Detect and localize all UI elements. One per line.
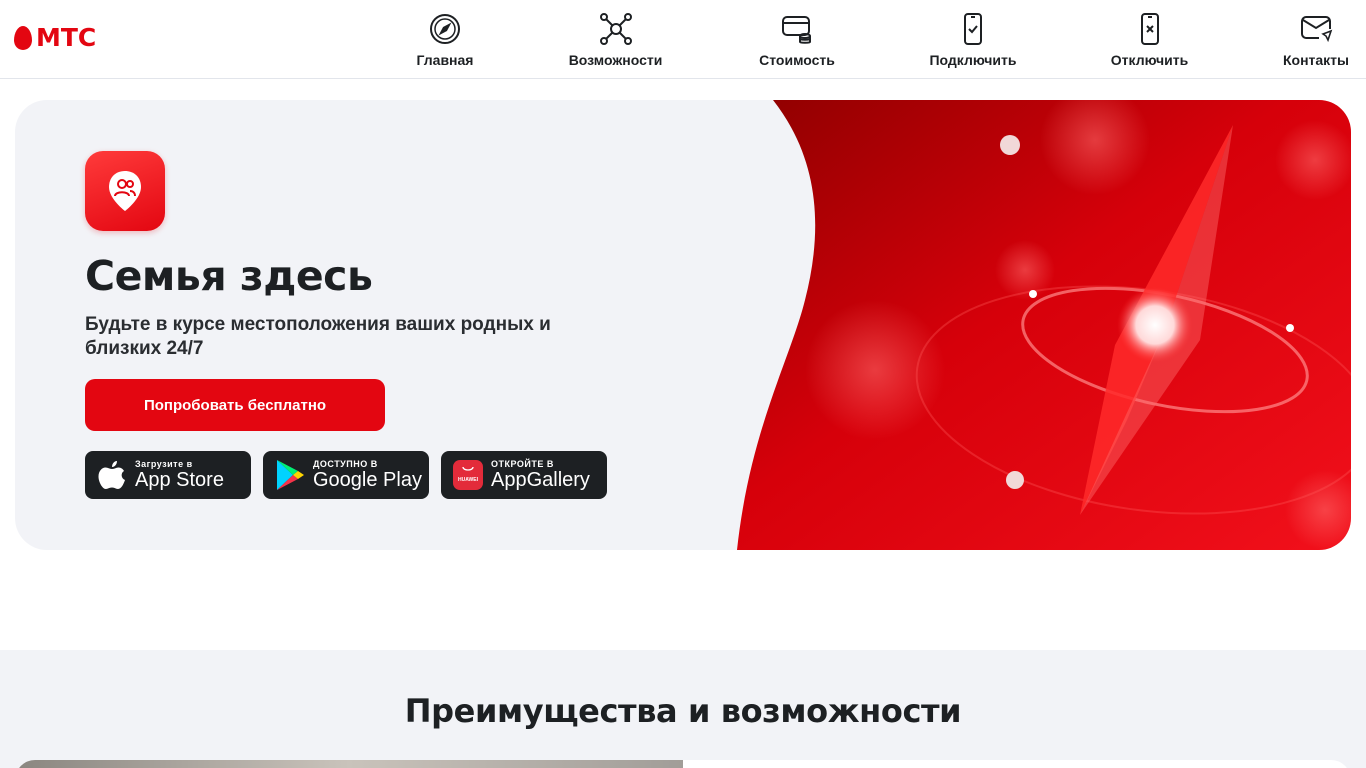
nav-label: Возможности <box>568 52 663 68</box>
compass-icon <box>430 14 460 44</box>
nav-item-features[interactable]: Возможности <box>565 12 666 72</box>
phone-cross-icon <box>1140 13 1159 45</box>
store-small-text: Загрузите в <box>135 459 193 469</box>
mts-egg-icon <box>14 26 32 50</box>
advantage-card-image <box>15 760 683 768</box>
nav-label: Отключить <box>1110 52 1189 68</box>
nav-item-home[interactable]: Главная <box>415 12 475 72</box>
hero-title: Семья здесь <box>85 252 373 300</box>
store-name: AppGallery <box>491 469 590 491</box>
advantages-title: Преимущества и возможности <box>404 692 962 730</box>
apple-icon <box>98 461 125 489</box>
mts-logo[interactable]: МТС <box>14 23 97 52</box>
phone-check-icon <box>964 13 982 45</box>
logo-text: МТС <box>36 23 97 52</box>
huawei-badge: HUAWEI <box>458 477 478 483</box>
nav-label: Стоимость <box>759 52 835 68</box>
nav-item-connect[interactable]: Подключить <box>928 12 1018 72</box>
bag-handle-icon <box>462 467 474 471</box>
store-name: Google Play <box>313 469 422 491</box>
hero-banner: Семья здесь Будьте в курсе местоположени… <box>15 100 1351 550</box>
network-nodes-icon <box>599 13 632 45</box>
try-free-button[interactable]: Попробовать бесплатно <box>85 379 385 431</box>
top-header: МТС Главная Возможности Стоимость Подклю… <box>0 0 1366 79</box>
card-coins-icon <box>782 16 811 44</box>
store-small-text: ДОСТУПНО В <box>313 459 378 469</box>
appgallery-button[interactable]: HUAWEI ОТКРОЙТЕ В AppGallery <box>441 451 607 499</box>
store-small-text: ОТКРОЙТЕ В <box>491 459 554 469</box>
family-location-pin-icon <box>109 171 141 211</box>
app-store-button[interactable]: Загрузите в App Store <box>85 451 251 499</box>
mail-send-icon <box>1301 16 1333 43</box>
hero-subtitle: Будьте в курсе местоположения ваших родн… <box>85 314 551 359</box>
nav-item-disconnect[interactable]: Отключить <box>1109 12 1190 72</box>
nav-label: Главная <box>416 52 474 68</box>
store-name: App Store <box>135 469 224 491</box>
app-icon-tile <box>85 151 165 231</box>
nav-label: Подключить <box>929 52 1017 68</box>
nav-label: Контакты <box>1282 52 1349 68</box>
huawei-appgallery-icon: HUAWEI <box>453 460 483 490</box>
nav-item-contacts[interactable]: Контакты <box>1281 12 1351 72</box>
google-play-button[interactable]: ДОСТУПНО В Google Play <box>263 451 429 499</box>
advantage-card <box>683 760 1351 768</box>
google-play-icon <box>277 460 304 490</box>
nav-item-price[interactable]: Стоимость <box>757 12 837 72</box>
